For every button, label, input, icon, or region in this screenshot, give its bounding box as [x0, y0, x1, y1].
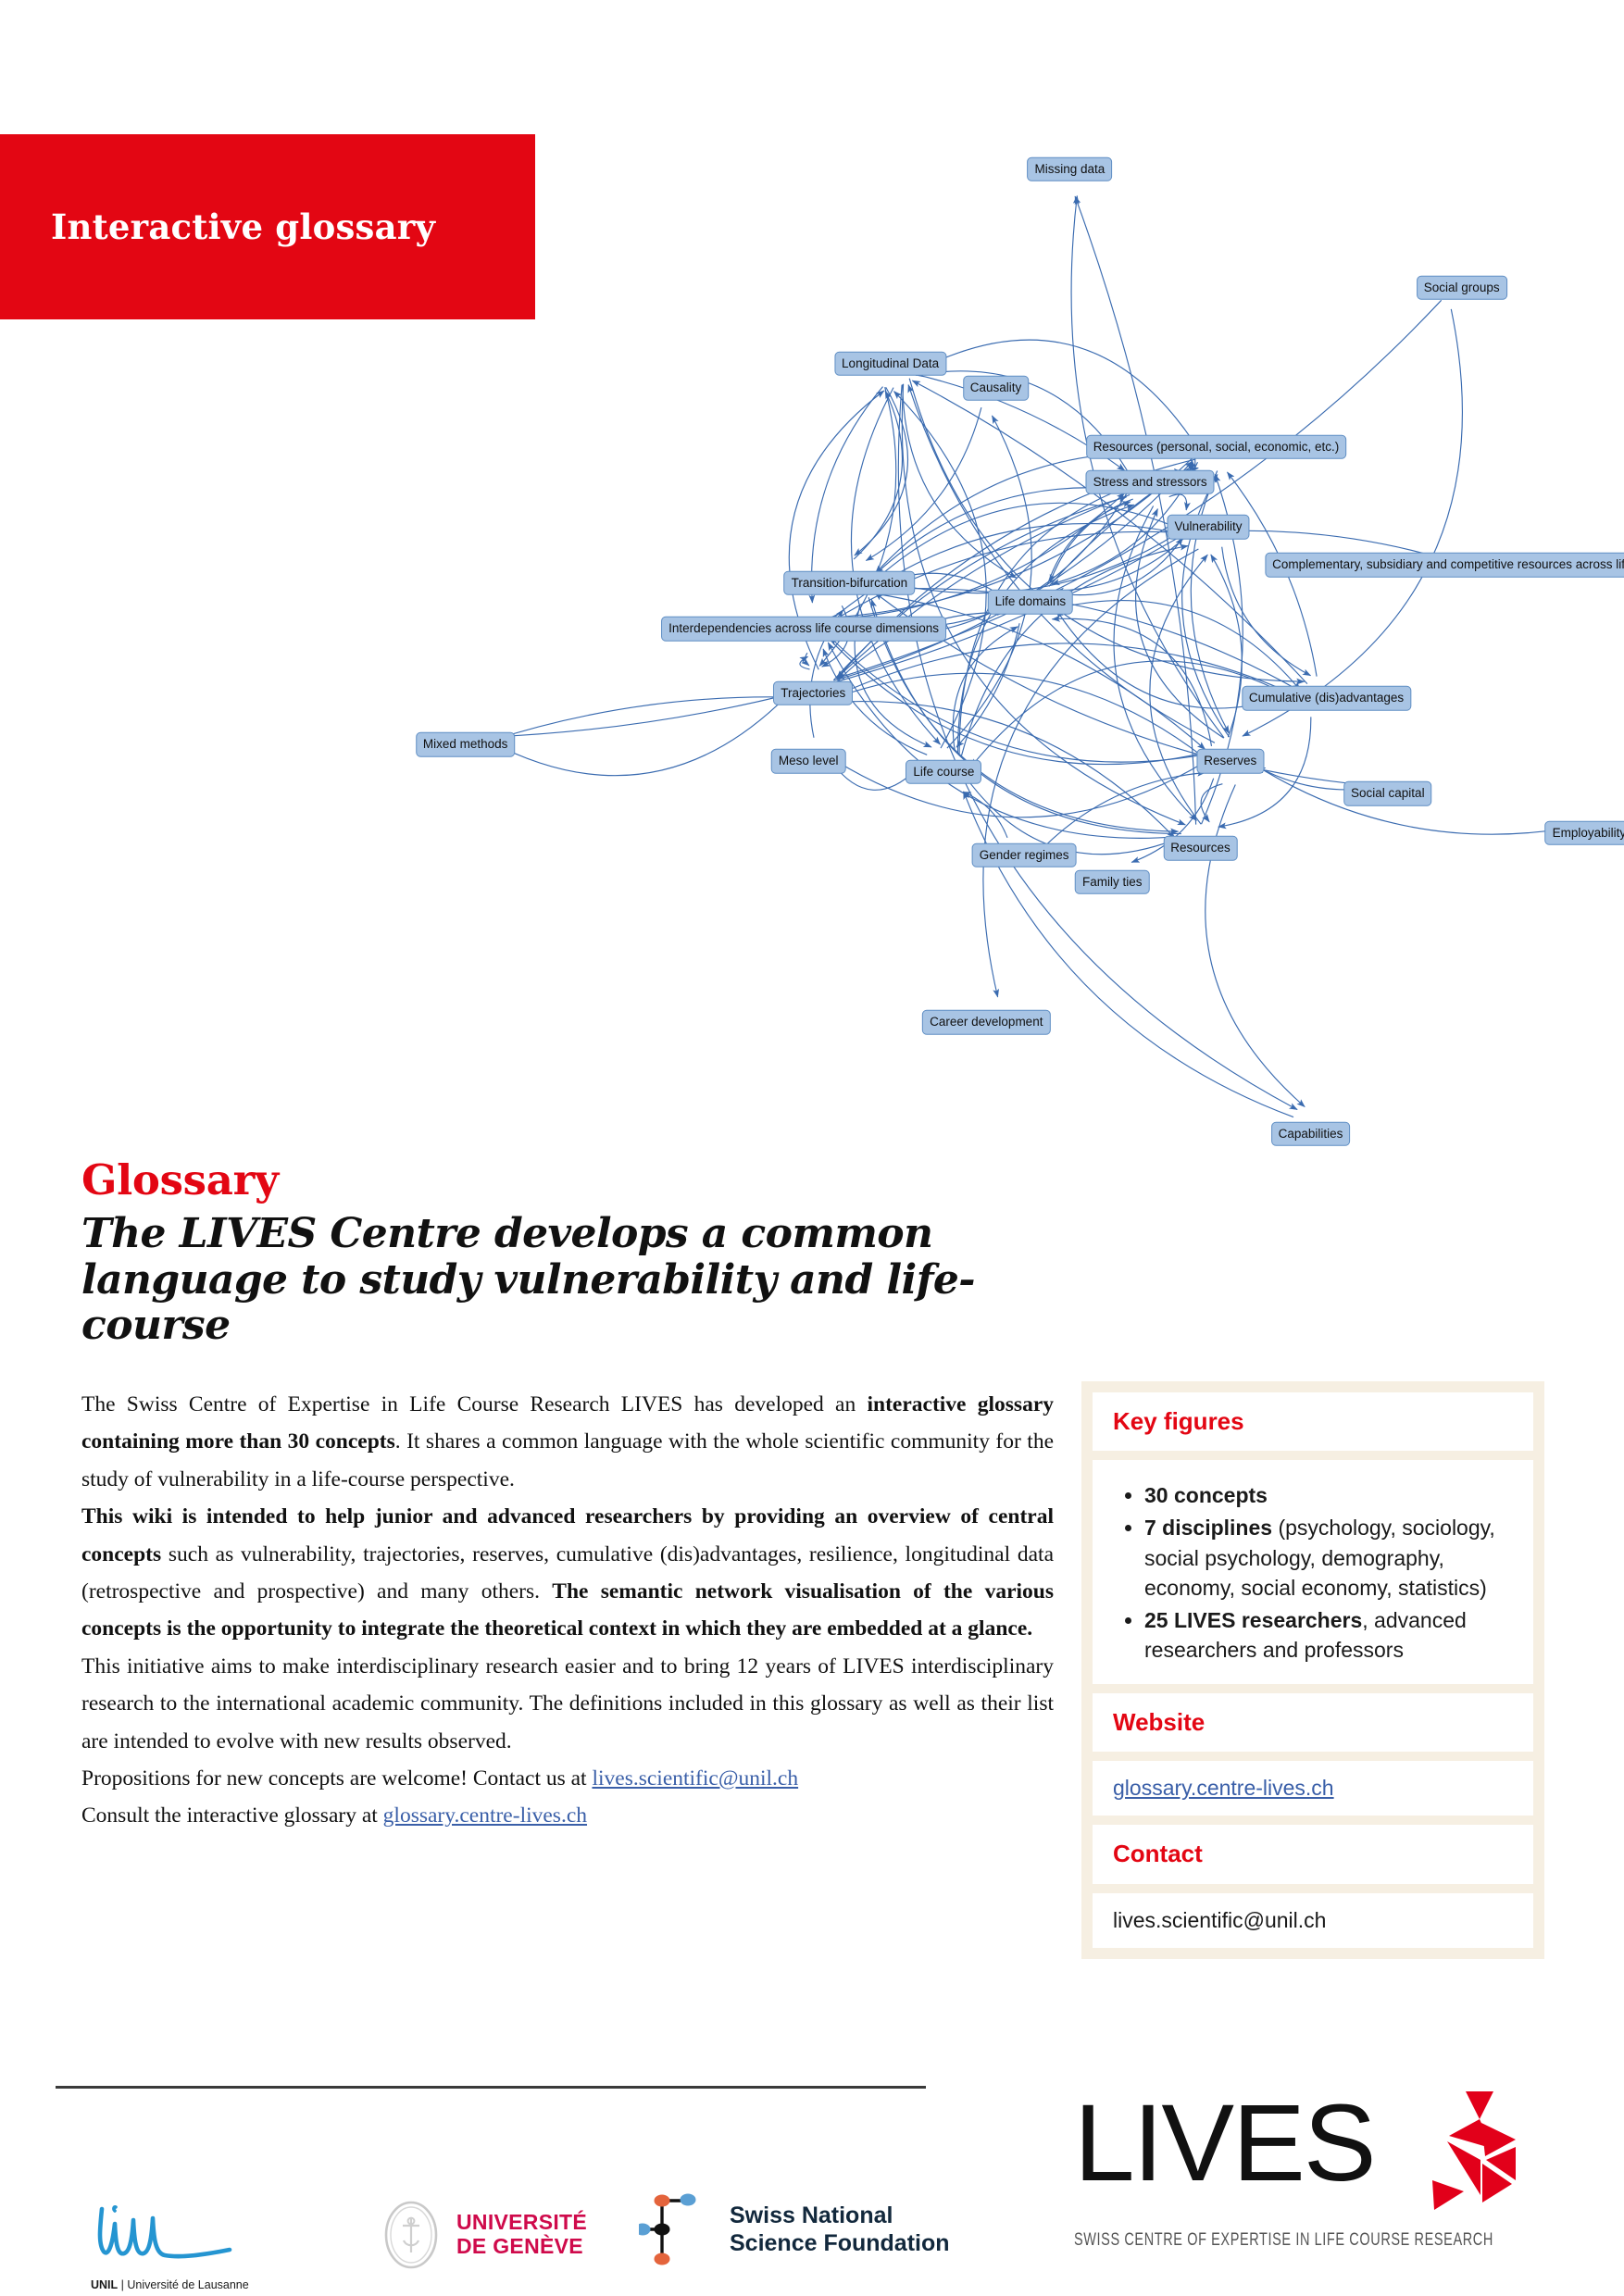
network-edge [801, 652, 810, 667]
key-figure-bold: 30 concepts [1144, 1483, 1268, 1508]
network-node[interactable]: Trajectories [773, 680, 854, 705]
network-edge [489, 696, 787, 777]
unil-signature-icon [97, 2205, 232, 2259]
contact-email: lives.scientific@unil.ch [1113, 1907, 1327, 1932]
snsf-line-1: Swiss National [730, 2202, 893, 2228]
unige-line-2: DE GENÈVE [456, 2234, 583, 2258]
unil-caption-rest: | Université de Lausanne [118, 2278, 249, 2291]
network-node[interactable]: Career development [922, 1010, 1051, 1035]
paragraph-4: Propositions for new concepts are welcom… [81, 1760, 1054, 1797]
network-node[interactable]: Longitudinal Data [834, 351, 947, 377]
page-kicker: Glossary [81, 1155, 279, 1204]
p5-part-a: Consult the interactive glossary at [81, 1803, 383, 1828]
network-node[interactable]: Employability [1544, 820, 1624, 846]
paragraph-2: This wiki is intended to help junior and… [81, 1498, 1054, 1648]
network-edge [1242, 308, 1463, 737]
unige-seal-icon [384, 2201, 438, 2269]
website-link[interactable]: glossary.centre-lives.ch [1113, 1776, 1334, 1800]
unil-logo: UNIL | Université de Lausanne [91, 2203, 253, 2291]
key-figures-header-card: Key figures [1093, 1392, 1533, 1452]
network-edge [835, 760, 1207, 818]
network-edge [956, 504, 1135, 753]
network-node[interactable]: Complementary, subsidiary and competitiv… [1265, 553, 1624, 578]
sidebar: Key figures 30 concepts 7 disciplines (ps… [1081, 1381, 1544, 1959]
network-node[interactable]: Vulnerability [1167, 514, 1250, 540]
network-node[interactable]: Gender regimes [971, 842, 1077, 867]
network-node[interactable]: Meso level [770, 748, 846, 774]
unige-wordmark: UNIVERSITÉ DE GENÈVE [456, 2210, 588, 2259]
network-edge [827, 642, 1180, 839]
contact-title: Contact [1113, 1840, 1203, 1868]
network-node[interactable]: Interdependencies across life course dim… [661, 617, 947, 642]
unil-caption-bold: UNIL [91, 2278, 119, 2291]
paragraph-5: Consult the interactive glossary at glos… [81, 1797, 1054, 1834]
network-node[interactable]: Resources [1163, 835, 1238, 861]
network-edge [1053, 600, 1301, 691]
network-edge [917, 339, 1193, 442]
footer-divider [56, 2086, 926, 2089]
network-edge [1074, 195, 1197, 825]
network-node[interactable]: Cumulative (dis)advantages [1241, 686, 1412, 711]
network-edge [1205, 784, 1305, 1107]
lives-subtitle: SWISS CENTRE OF EXPERTISE IN LIFE COURSE… [1074, 2230, 1493, 2251]
website-card: glossary.centre-lives.ch [1093, 1761, 1533, 1816]
network-edge [1149, 554, 1208, 825]
article-body: The Swiss Centre of Expertise in Life Co… [81, 1386, 1054, 1835]
page-title: The LIVES Centre develops a common langu… [81, 1210, 976, 1350]
snsf-logo: Swiss National Science Foundation [639, 2185, 950, 2274]
key-figure-bold: 7 disciplines [1144, 1515, 1273, 1540]
p4-part-a: Propositions for new concepts are welcom… [81, 1766, 593, 1791]
key-figures-title: Key figures [1113, 1407, 1244, 1435]
unige-logo: UNIVERSITÉ DE GENÈVE [375, 2199, 587, 2271]
network-node[interactable]: Capabilities [1270, 1121, 1351, 1147]
snsf-wordmark: Swiss National Science Foundation [730, 2202, 950, 2257]
contact-card: lives.scientific@unil.ch [1093, 1892, 1533, 1948]
network-node[interactable]: Life course [906, 759, 982, 785]
lives-tangram-icon [1431, 2091, 1516, 2210]
network-edge [865, 406, 982, 561]
snsf-molecule-icon [639, 2193, 696, 2265]
network-node[interactable]: Resources (personal, social, economic, e… [1085, 434, 1347, 459]
lives-wordmark: LIVES [1074, 2082, 1377, 2204]
unige-line-1: UNIVERSITÉ [456, 2210, 588, 2235]
network-node[interactable]: Social groups [1416, 275, 1507, 300]
network-node[interactable]: Social capital [1343, 781, 1432, 806]
network-edge [963, 791, 1294, 1118]
network-edge [982, 548, 1199, 998]
snsf-line-2: Science Foundation [730, 2230, 950, 2256]
network-node[interactable]: Mixed methods [415, 732, 516, 757]
network-edge [799, 655, 810, 670]
lives-logo: LIVES SWISS CENTRE OF EXPERTISE IN LIFE … [1074, 2082, 1516, 2251]
network-edge [836, 672, 1204, 757]
key-figure-item: 7 disciplines (psychology, sociology, so… [1144, 1513, 1513, 1603]
key-figure-item: 30 concepts [1144, 1480, 1513, 1511]
network-node[interactable]: Missing data [1027, 156, 1113, 181]
key-figure-item: 25 LIVES researchers, advanced researche… [1144, 1605, 1513, 1666]
network-edge [1210, 554, 1243, 738]
network-edge [952, 626, 1018, 751]
paragraph-3: This initiative aims to make interdiscip… [81, 1653, 1054, 1753]
network-node[interactable]: Life domains [987, 589, 1074, 615]
key-figures-list: 30 concepts 7 disciplines (psychology, so… [1113, 1480, 1513, 1666]
network-edge [840, 643, 1303, 699]
glossary-url-link[interactable]: glossary.centre-lives.ch [383, 1803, 587, 1828]
network-node[interactable]: Stress and stressors [1085, 469, 1215, 494]
key-figures-card: 30 concepts 7 disciplines (psychology, so… [1093, 1460, 1533, 1685]
network-node[interactable]: Family ties [1075, 869, 1150, 895]
contact-email-link[interactable]: lives.scientific@unil.ch [592, 1766, 798, 1791]
unil-caption: UNIL | Université de Lausanne [91, 2278, 253, 2291]
website-title: Website [1113, 1708, 1206, 1737]
network-node[interactable]: Causality [962, 376, 1030, 401]
website-header-card: Website [1093, 1693, 1533, 1753]
contact-header-card: Contact [1093, 1825, 1533, 1884]
key-figure-bold: 25 LIVES researchers [1144, 1607, 1363, 1632]
p1-part-a: The Swiss Centre of Expertise in Life Co… [81, 1392, 868, 1416]
paragraph-1: The Swiss Centre of Expertise in Life Co… [81, 1386, 1054, 1498]
network-node[interactable]: Transition-bifurcation [783, 570, 916, 595]
network-node[interactable]: Reserves [1196, 748, 1265, 774]
semantic-network-diagram[interactable]: Missing data Social groups Longitudinal Da… [185, 130, 1624, 1167]
network-edge [830, 636, 1208, 763]
network-edges [489, 194, 1566, 1118]
